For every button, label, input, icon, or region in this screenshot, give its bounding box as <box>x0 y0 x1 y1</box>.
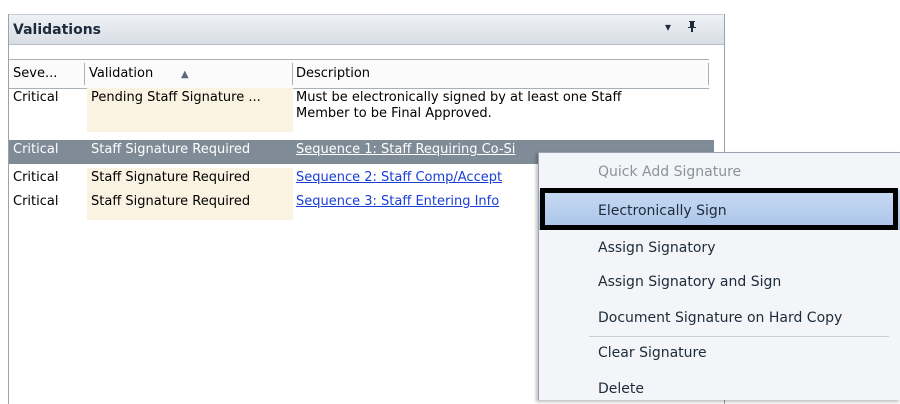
panel-titlebar: Validations ▾ <box>9 14 724 45</box>
menu-item-assign-signatory[interactable]: Assign Signatory <box>598 240 715 256</box>
validation-cell: Staff Signature Required <box>91 170 251 185</box>
description-link[interactable]: Sequence 3: Staff Entering Info <box>296 194 499 209</box>
panel-title: Validations <box>13 22 101 38</box>
severity-cell: Critical <box>13 90 59 105</box>
description-link[interactable]: Sequence 1: Staff Requiring Co-Si <box>296 142 515 157</box>
menu-item-document-signature-hard-copy[interactable]: Document Signature on Hard Copy <box>598 310 842 326</box>
table-row[interactable]: Critical Pending Staff Signature ... Mus… <box>9 88 714 132</box>
validation-cell: Staff Signature Required <box>91 194 251 209</box>
severity-cell: Critical <box>13 142 59 157</box>
column-header-description[interactable]: Description <box>296 66 370 81</box>
description-cell-continued: Member to be Final Approved. <box>296 106 492 121</box>
menu-item-delete[interactable]: Delete <box>598 381 644 397</box>
menu-item-assign-signatory-and-sign[interactable]: Assign Signatory and Sign <box>598 274 781 290</box>
severity-cell: Critical <box>13 194 59 209</box>
sort-ascending-icon: ▲ <box>181 69 189 80</box>
validation-cell: Staff Signature Required <box>91 142 251 157</box>
menu-item-clear-signature[interactable]: Clear Signature <box>598 345 707 361</box>
column-header-severity[interactable]: Seve... <box>13 66 57 81</box>
column-divider[interactable] <box>292 63 293 85</box>
menu-item-quick-add-signature[interactable]: Quick Add Signature <box>598 164 741 180</box>
column-divider[interactable] <box>708 63 709 85</box>
severity-cell: Critical <box>13 170 59 185</box>
column-divider[interactable] <box>84 63 85 85</box>
pin-icon[interactable] <box>687 20 697 35</box>
description-cell: Must be electronically signed by at leas… <box>296 90 622 105</box>
dropdown-icon[interactable]: ▾ <box>665 20 671 34</box>
column-header-validation[interactable]: Validation <box>89 66 153 81</box>
description-link[interactable]: Sequence 2: Staff Comp/Accept <box>296 170 502 185</box>
validation-cell: Pending Staff Signature ... <box>91 90 261 105</box>
highlight-frame <box>540 188 898 230</box>
context-menu: Quick Add Signature Electronically Sign … <box>538 152 900 400</box>
menu-divider <box>589 336 889 337</box>
column-headers: Seve... Validation ▲ Description <box>9 59 709 89</box>
